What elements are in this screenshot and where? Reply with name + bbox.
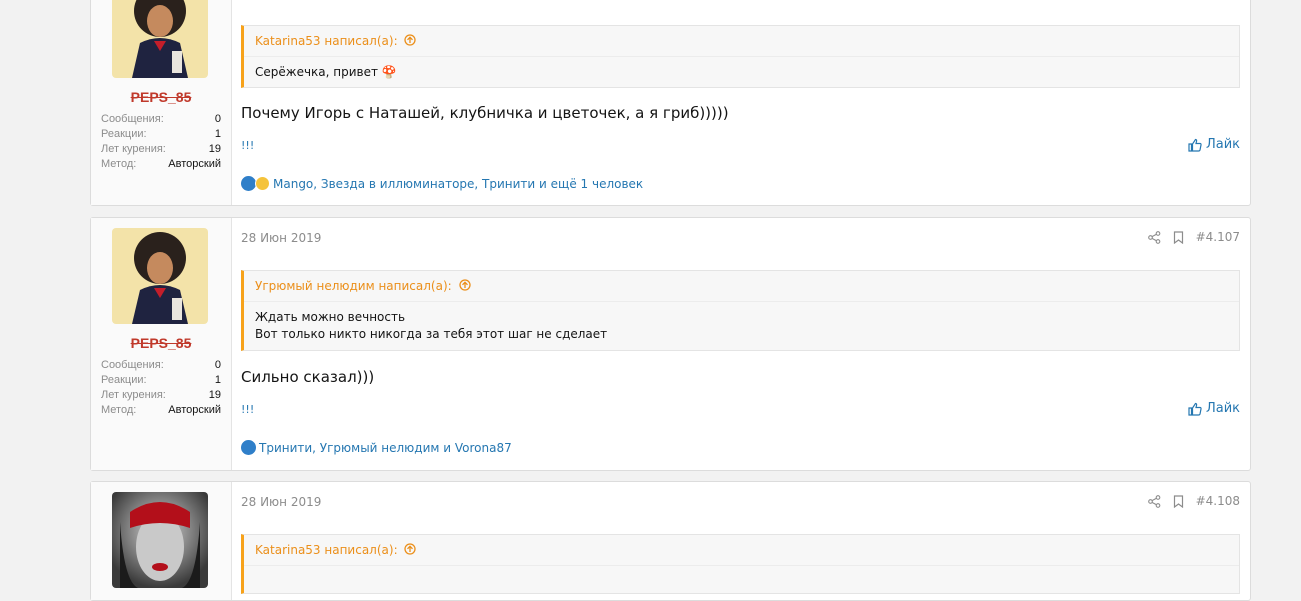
post: 28 Июн 2019 #4.108 Katarina53 написал(а)… bbox=[90, 481, 1251, 601]
stat-years: Лет курения: 19 bbox=[101, 142, 221, 157]
stat-label: Реакции: bbox=[101, 128, 147, 140]
quote-header[interactable]: Угрюмый нелюдим написал(а): bbox=[244, 271, 1239, 302]
quote-header[interactable]: Katarina53 написал(а): bbox=[244, 535, 1239, 566]
stat-label: Сообщения: bbox=[101, 113, 164, 125]
signature: !!! bbox=[241, 403, 255, 416]
thumbs-up-icon bbox=[1188, 402, 1202, 416]
quote-block: Угрюмый нелюдим написал(а): Ждать можно … bbox=[241, 270, 1240, 351]
avatar-image bbox=[112, 492, 208, 588]
reactions-bar[interactable]: Тринити, Угрюмый нелюдим и Vorona87 bbox=[241, 440, 512, 455]
post: PEPS_85 Сообщения: 0 Реакции: 1 Лет курени… bbox=[90, 217, 1251, 471]
user-stats: Сообщения: 0 Реакции: 1 Лет курения: 19 Мет… bbox=[101, 358, 221, 418]
arrow-up-circle-icon[interactable] bbox=[404, 34, 417, 46]
quote-author[interactable]: Угрюмый нелюдим написал(а): bbox=[255, 279, 452, 293]
post-main: Katarina53 написал(а): Серёжечка, привет… bbox=[241, 0, 1240, 205]
message-text: Почему Игорь с Наташей, клубничка и цвет… bbox=[241, 104, 729, 122]
quote-line: Ждать можно вечность bbox=[255, 310, 406, 324]
stat-label: Сообщения: bbox=[101, 359, 164, 371]
stat-value: Авторский bbox=[168, 158, 221, 170]
user-column: PEPS_85 Сообщения: 0 Реакции: 1 Лет курени… bbox=[91, 0, 232, 205]
quote-author[interactable]: Katarina53 написал(а): bbox=[255, 543, 398, 557]
laugh-reaction-icon bbox=[255, 176, 270, 191]
stat-messages: Сообщения: 0 bbox=[101, 358, 221, 373]
stat-value: 19 bbox=[208, 143, 221, 155]
stat-value: 0 bbox=[214, 113, 221, 125]
username[interactable]: PEPS_85 bbox=[91, 335, 231, 351]
share-icon[interactable] bbox=[1147, 494, 1161, 508]
stat-messages: Сообщения: 0 bbox=[101, 112, 221, 127]
user-column bbox=[91, 482, 232, 600]
stat-value: 1 bbox=[214, 374, 221, 386]
reactions-text[interactable]: Mango, Звезда в иллюминаторе, Тринити и … bbox=[273, 177, 643, 191]
avatar[interactable] bbox=[112, 228, 208, 324]
stat-label: Метод: bbox=[101, 158, 137, 170]
quote-line: Вот только никто никогда за тебя этот ша… bbox=[255, 327, 608, 341]
quote-block: Katarina53 написал(а): bbox=[241, 534, 1240, 594]
reactions-bar[interactable]: Mango, Звезда в иллюминаторе, Тринити и … bbox=[241, 176, 643, 191]
stat-label: Метод: bbox=[101, 404, 137, 416]
stat-label: Лет курения: bbox=[101, 143, 166, 155]
stat-years: Лет курения: 19 bbox=[101, 388, 221, 403]
post-number[interactable]: #4.108 bbox=[1196, 494, 1240, 508]
arrow-up-circle-icon[interactable] bbox=[458, 279, 471, 291]
post-number[interactable]: #4.107 bbox=[1196, 230, 1240, 244]
stat-reactions: Реакции: 1 bbox=[101, 373, 221, 388]
avatar-image bbox=[112, 228, 208, 324]
thumbs-up-icon bbox=[1188, 138, 1202, 152]
quote-body: Серёжечка, привет 🍄 bbox=[244, 57, 1239, 88]
stat-label: Лет курения: bbox=[101, 389, 166, 401]
like-button[interactable]: Лайк bbox=[1188, 401, 1240, 416]
post-main: 28 Июн 2019 #4.107 Угрюмый нелюдим напис… bbox=[241, 218, 1240, 470]
message-text: Сильно сказал))) bbox=[241, 368, 375, 386]
signature: !!! bbox=[241, 139, 255, 152]
like-button[interactable]: Лайк bbox=[1188, 137, 1240, 152]
bookmark-icon[interactable] bbox=[1173, 230, 1184, 244]
quote-line: Серёжечка, привет 🍄 bbox=[255, 65, 397, 79]
like-reaction-icon bbox=[241, 176, 256, 191]
stat-reactions: Реакции: 1 bbox=[101, 127, 221, 142]
post-date[interactable]: 28 Июн 2019 bbox=[241, 231, 321, 245]
post-actions: #4.107 bbox=[1147, 230, 1240, 244]
user-stats: Сообщения: 0 Реакции: 1 Лет курения: 19 Мет… bbox=[101, 112, 221, 172]
avatar[interactable] bbox=[112, 492, 208, 588]
quote-block: Katarina53 написал(а): Серёжечка, привет… bbox=[241, 25, 1240, 88]
stat-value: Авторский bbox=[168, 404, 221, 416]
stat-value: 19 bbox=[208, 389, 221, 401]
stat-method: Метод: Авторский bbox=[101, 157, 221, 172]
quote-author[interactable]: Katarina53 написал(а): bbox=[255, 34, 398, 48]
arrow-up-circle-icon[interactable] bbox=[404, 543, 417, 555]
post-main: 28 Июн 2019 #4.108 Katarina53 написал(а)… bbox=[241, 482, 1240, 600]
avatar[interactable] bbox=[112, 0, 208, 78]
quote-body: Ждать можно вечность Вот только никто ни… bbox=[244, 302, 1239, 350]
bookmark-icon[interactable] bbox=[1173, 494, 1184, 508]
stat-label: Реакции: bbox=[101, 374, 147, 386]
share-icon[interactable] bbox=[1147, 230, 1161, 244]
stat-method: Метод: Авторский bbox=[101, 403, 221, 418]
avatar-image bbox=[112, 0, 208, 78]
reactions-text[interactable]: Тринити, Угрюмый нелюдим и Vorona87 bbox=[259, 441, 512, 455]
post: PEPS_85 Сообщения: 0 Реакции: 1 Лет курени… bbox=[90, 0, 1251, 206]
stat-value: 0 bbox=[214, 359, 221, 371]
user-column: PEPS_85 Сообщения: 0 Реакции: 1 Лет курени… bbox=[91, 218, 232, 470]
stat-value: 1 bbox=[214, 128, 221, 140]
like-reaction-icon bbox=[241, 440, 256, 455]
like-label: Лайк bbox=[1205, 137, 1240, 152]
quote-header[interactable]: Katarina53 написал(а): bbox=[244, 26, 1239, 57]
post-date[interactable]: 28 Июн 2019 bbox=[241, 495, 321, 509]
post-actions: #4.108 bbox=[1147, 494, 1240, 508]
like-label: Лайк bbox=[1205, 401, 1240, 416]
username[interactable]: PEPS_85 bbox=[91, 89, 231, 105]
